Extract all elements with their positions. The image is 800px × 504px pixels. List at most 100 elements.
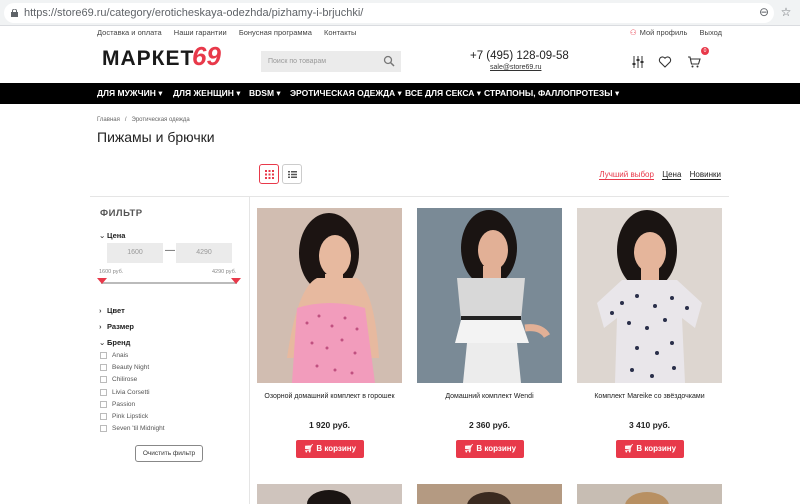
logo-word: МАРКЕТ — [102, 47, 195, 70]
clear-filter-button[interactable]: Очистить фильтр — [135, 445, 203, 462]
link-delivery[interactable]: Доставка и оплата — [97, 28, 162, 37]
link-guarantees[interactable]: Наши гарантии — [174, 28, 227, 37]
add-to-cart-button[interactable]: 🛒︎ В корзину — [296, 440, 364, 458]
brand-checkbox[interactable]: Seven 'til Midnight — [100, 425, 165, 432]
price-max-input[interactable]: 4290 — [176, 243, 232, 263]
brand-checkbox[interactable]: Passion — [100, 401, 135, 408]
sort-price[interactable]: Цена — [662, 170, 682, 180]
link-bonus[interactable]: Бонусная программа — [239, 28, 312, 37]
sort-new[interactable]: Новинки — [689, 170, 721, 180]
search-input[interactable]: Поиск по товарам — [261, 51, 401, 72]
filter-price-label: Цена — [107, 231, 126, 240]
logo-number: 69 — [192, 41, 221, 71]
lock-icon — [11, 9, 18, 17]
chevron-down-icon: ⌄ — [99, 338, 106, 347]
email-link[interactable]: sale@store69.ru — [490, 64, 541, 71]
brand-checkbox[interactable]: Chilirose — [100, 376, 137, 383]
checkbox[interactable] — [100, 401, 107, 408]
user-icon: ⚇ — [629, 28, 637, 37]
brand-label: Livia Corsetti — [112, 389, 150, 397]
nav-sex-goods[interactable]: ВСЕ ДЛЯ СЕКСА ▾ — [405, 83, 481, 104]
product-name[interactable]: Домашний комплект Wendi — [417, 392, 562, 401]
nav-strapons[interactable]: СТРАПОНЫ, ФАЛЛОПРОТЕЗЫ ▾ — [484, 83, 619, 104]
checkbox[interactable] — [100, 352, 107, 359]
product-name[interactable]: Озорной домашний комплект в горошек — [257, 392, 402, 401]
browser-toolbar: https://store69.ru/category/eroticheskay… — [0, 0, 800, 26]
product-price: 3 410 руб. — [628, 420, 671, 430]
brand-label: Seven 'til Midnight — [112, 425, 165, 433]
checkbox[interactable] — [100, 425, 107, 432]
brand-checkbox[interactable]: Anais — [100, 352, 128, 359]
price-min-input[interactable]: 1600 — [107, 243, 163, 263]
cart-icon[interactable] — [687, 55, 701, 69]
main-navigation: ДЛЯ МУЖЧИН ▾ ДЛЯ ЖЕНЩИН ▾ BDSM ▾ ЭРОТИЧЕ… — [0, 83, 800, 104]
product-price: 2 360 руб. — [468, 420, 511, 430]
nav-erotic-clothing[interactable]: ЭРОТИЧЕСКАЯ ОДЕЖДА ▾ — [290, 83, 402, 104]
filter-brand-label: Бренд — [107, 338, 131, 347]
breadcrumb-separator: / — [124, 117, 127, 123]
filter-color-label: Цвет — [107, 306, 125, 315]
buy-label: В корзину — [636, 444, 677, 453]
heart-icon[interactable] — [658, 55, 672, 69]
price-dash: — — [165, 245, 175, 256]
price-min-label: 1600 руб. — [99, 269, 124, 275]
address-bar[interactable]: https://store69.ru/category/eroticheskay… — [4, 3, 774, 23]
zoom-icon[interactable]: ⊖ — [756, 4, 772, 20]
filter-size-toggle[interactable]: › Размер — [99, 322, 134, 331]
checkbox[interactable] — [100, 413, 107, 420]
product-image[interactable] — [577, 208, 722, 383]
checkbox[interactable] — [100, 389, 107, 396]
add-to-cart-button[interactable]: 🛒︎ В корзину — [456, 440, 524, 458]
product-name[interactable]: Комплект Mareike со звёздочками — [577, 392, 722, 401]
product-image-partial[interactable] — [577, 484, 722, 504]
chevron-down-icon: ⌄ — [99, 231, 106, 240]
filter-color-toggle[interactable]: › Цвет — [99, 306, 125, 315]
price-slider-track[interactable] — [101, 282, 237, 284]
filter-title: ФИЛЬТР — [100, 208, 143, 219]
checkbox[interactable] — [100, 364, 107, 371]
profile-link[interactable]: Мой профиль — [640, 28, 688, 37]
nav-women[interactable]: ДЛЯ ЖЕНЩИН ▾ — [173, 83, 241, 104]
brand-label: Chilirose — [112, 376, 138, 384]
brand-checkbox[interactable]: Livia Corsetti — [100, 389, 150, 396]
compare-icon[interactable] — [631, 55, 645, 69]
phone-number[interactable]: +7 (495) 128-09-58 — [470, 50, 569, 62]
product-image[interactable] — [257, 208, 402, 383]
nav-men[interactable]: ДЛЯ МУЖЧИН ▾ — [97, 83, 163, 104]
list-view-button[interactable] — [282, 164, 302, 184]
list-icon — [288, 171, 297, 178]
divider — [90, 196, 729, 197]
product-image-partial[interactable] — [417, 484, 562, 504]
buy-label: В корзину — [476, 444, 517, 453]
sort-bar: Лучший выбор Цена Новинки — [593, 170, 721, 180]
filter-price-toggle[interactable]: ⌄ Цена — [99, 231, 125, 240]
price-slider-min-handle[interactable] — [97, 278, 107, 284]
brand-label: Pink Lipstick — [112, 413, 149, 421]
brand-checkbox[interactable]: Beauty Night — [100, 364, 149, 371]
grid-view-button[interactable] — [259, 164, 279, 184]
product-image-partial[interactable] — [257, 484, 402, 504]
nav-bdsm[interactable]: BDSM ▾ — [249, 83, 281, 104]
breadcrumb-category[interactable]: Эротическая одежда — [132, 117, 190, 123]
brand-checkbox[interactable]: Pink Lipstick — [100, 413, 148, 420]
add-to-cart-button[interactable]: 🛒︎ В корзину — [616, 440, 684, 458]
sort-best[interactable]: Лучший выбор — [599, 170, 654, 180]
url-text: https://store69.ru/category/eroticheskay… — [24, 7, 364, 19]
user-links: ⚇ Мой профиль Выход — [620, 28, 722, 37]
top-links: Доставка и оплата Наши гарантии Бонусная… — [97, 28, 366, 37]
cart-icon: 🛒︎ — [623, 444, 637, 453]
link-contacts[interactable]: Контакты — [324, 28, 356, 37]
product-image[interactable] — [417, 208, 562, 383]
search-icon[interactable] — [383, 55, 395, 67]
bookmark-star-icon[interactable]: ☆ — [778, 4, 794, 20]
breadcrumb: Главная / Эротическая одежда — [97, 117, 190, 123]
price-slider-max-handle[interactable] — [231, 278, 241, 284]
cart-icon: 🛒︎ — [303, 444, 317, 453]
site-logo[interactable]: МАРКЕТ 69 — [102, 41, 221, 77]
checkbox[interactable] — [100, 376, 107, 383]
grid-icon — [265, 170, 274, 179]
product-card: Комплект Mareike со звёздочками 3 410 ру… — [577, 208, 722, 458]
logout-link[interactable]: Выход — [700, 28, 722, 37]
filter-brand-toggle[interactable]: ⌄ Бренд — [99, 338, 130, 347]
breadcrumb-home[interactable]: Главная — [97, 117, 120, 123]
